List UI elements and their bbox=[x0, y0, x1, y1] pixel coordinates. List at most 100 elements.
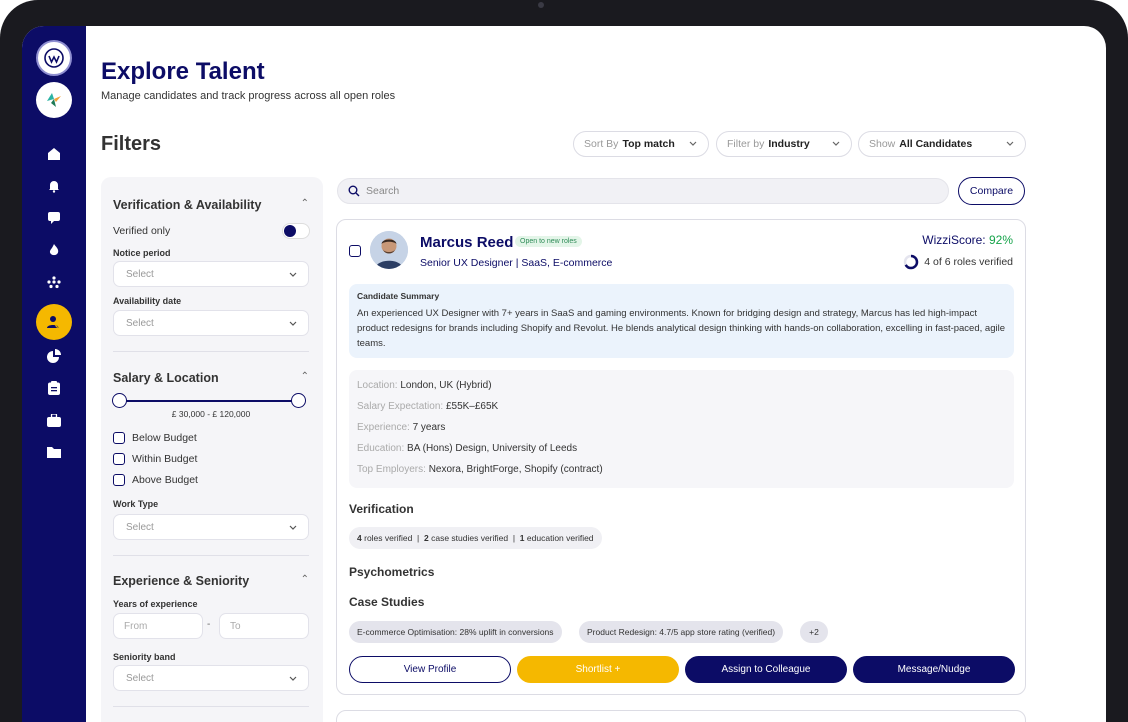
camera-icon bbox=[538, 2, 544, 8]
folder-icon[interactable] bbox=[42, 442, 66, 462]
case-study-pill[interactable]: Product Redesign: 4.7/5 app store rating… bbox=[579, 621, 784, 643]
from-placeholder: From bbox=[124, 621, 148, 632]
to-placeholder: To bbox=[230, 621, 241, 632]
within-budget-option[interactable]: Within Budget bbox=[113, 453, 197, 465]
chevron-down-icon bbox=[832, 141, 840, 146]
wizzi-score-label: WizziScore: bbox=[922, 233, 986, 247]
view-profile-button[interactable]: View Profile bbox=[349, 656, 511, 683]
home-icon[interactable] bbox=[42, 144, 66, 164]
company-logo[interactable] bbox=[36, 82, 72, 118]
notice-period-select[interactable]: Select bbox=[113, 261, 309, 287]
checkbox[interactable] bbox=[113, 474, 125, 486]
filters-panel: Verification & Availability ⌃ Verified o… bbox=[101, 177, 323, 722]
shortlist-button[interactable]: Shortlist + bbox=[517, 656, 679, 683]
clipboard-icon[interactable] bbox=[42, 378, 66, 398]
seniority-band-label: Seniority band bbox=[113, 652, 176, 662]
sort-by-label: Sort By bbox=[584, 138, 619, 150]
case-study-pill[interactable]: E-commerce Optimisation: 28% uplift in c… bbox=[349, 621, 562, 643]
candidate-role: Senior UX Designer | SaaS, E-commerce bbox=[420, 257, 613, 269]
verification-heading: Verification bbox=[349, 502, 414, 516]
chevron-up-icon[interactable]: ⌃ bbox=[301, 574, 309, 585]
salary-slider-track[interactable] bbox=[119, 400, 299, 402]
verified-only-label: Verified only bbox=[113, 225, 171, 237]
briefcase-icon[interactable] bbox=[42, 410, 66, 430]
chevron-up-icon[interactable]: ⌃ bbox=[301, 198, 309, 209]
wizzi-score: WizziScore: 92% bbox=[922, 233, 1013, 247]
work-type-label: Work Type bbox=[113, 499, 159, 509]
sort-by-select[interactable]: Sort By Top match bbox=[573, 131, 709, 157]
filter-by-value: Industry bbox=[768, 138, 810, 150]
salary-range-label: £ 30,000 - £ 120,000 bbox=[171, 409, 251, 419]
pie-chart-icon[interactable] bbox=[42, 346, 66, 366]
next-candidate-card bbox=[336, 710, 1026, 722]
detail-location: Location: London, UK (Hybrid) bbox=[357, 380, 492, 391]
chevron-down-icon bbox=[289, 525, 297, 530]
detail-salary: Salary Expectation: £55K–£65K bbox=[357, 401, 499, 412]
salary-min-handle[interactable] bbox=[112, 393, 127, 408]
candidate-select-checkbox[interactable] bbox=[349, 245, 361, 257]
progress-ring-icon bbox=[904, 254, 919, 270]
divider bbox=[113, 351, 309, 352]
psychometrics-heading[interactable]: Psychometrics bbox=[349, 565, 434, 579]
more-case-studies-pill[interactable]: +2 bbox=[800, 621, 828, 643]
filter-by-label: Filter by bbox=[727, 138, 765, 150]
above-budget-label: Above Budget bbox=[132, 474, 198, 486]
case-studies-heading: Case Studies bbox=[349, 595, 425, 609]
filter-by-select[interactable]: Filter by Industry bbox=[716, 131, 852, 157]
summary-text: An experienced UX Designer with 7+ years… bbox=[357, 308, 1005, 349]
device-frame: Explore Talent Manage candidates and tra… bbox=[0, 0, 1128, 722]
availability-date-select[interactable]: Select bbox=[113, 310, 309, 336]
show-select[interactable]: Show All Candidates bbox=[858, 131, 1026, 157]
work-type-select[interactable]: Select bbox=[113, 514, 309, 540]
search-input[interactable]: Search bbox=[337, 178, 949, 204]
range-dash: - bbox=[207, 619, 211, 630]
below-budget-label: Below Budget bbox=[132, 432, 197, 444]
verified-only-toggle[interactable] bbox=[282, 223, 310, 239]
main-content: Explore Talent Manage candidates and tra… bbox=[86, 26, 1106, 722]
talent-search-icon[interactable] bbox=[36, 304, 72, 340]
network-icon[interactable] bbox=[42, 272, 66, 292]
compare-button[interactable]: Compare bbox=[958, 177, 1025, 205]
divider bbox=[113, 555, 309, 556]
verification-section-title: Verification & Availability bbox=[113, 198, 262, 212]
below-budget-option[interactable]: Below Budget bbox=[113, 432, 197, 444]
within-budget-label: Within Budget bbox=[132, 453, 198, 465]
salary-section-title: Salary & Location bbox=[113, 371, 219, 385]
chevron-down-icon bbox=[289, 676, 297, 681]
candidate-card: Marcus Reed Open to new roles Senior UX … bbox=[336, 219, 1026, 695]
show-label: Show bbox=[869, 138, 896, 150]
filters-heading: Filters bbox=[101, 133, 162, 155]
toggle-knob bbox=[284, 225, 296, 237]
screen: Explore Talent Manage candidates and tra… bbox=[22, 26, 1106, 722]
notice-period-label: Notice period bbox=[113, 248, 171, 258]
roles-verified-text: 4 of 6 roles verified bbox=[924, 256, 1013, 268]
app-logo[interactable] bbox=[36, 40, 72, 76]
availability-date-label: Availability date bbox=[113, 296, 182, 306]
search-placeholder: Search bbox=[366, 185, 400, 197]
checkbox[interactable] bbox=[113, 453, 125, 465]
candidate-name[interactable]: Marcus Reed bbox=[420, 234, 513, 251]
chat-icon[interactable] bbox=[42, 208, 66, 228]
message-nudge-button[interactable]: Message/Nudge bbox=[853, 656, 1015, 683]
chevron-up-icon[interactable]: ⌃ bbox=[301, 371, 309, 382]
checkbox[interactable] bbox=[113, 432, 125, 444]
experience-from-input[interactable]: From bbox=[113, 613, 203, 639]
experience-to-input[interactable]: To bbox=[219, 613, 309, 639]
seniority-band-select[interactable]: Select bbox=[113, 665, 309, 691]
seniority-band-value: Select bbox=[126, 673, 154, 684]
assign-to-colleague-button[interactable]: Assign to Colleague bbox=[685, 656, 847, 683]
role-sectors: SaaS, E-commerce bbox=[521, 257, 613, 269]
notice-period-value: Select bbox=[126, 269, 154, 280]
chevron-down-icon bbox=[289, 321, 297, 326]
salary-max-handle[interactable] bbox=[291, 393, 306, 408]
wizzi-score-value: 92% bbox=[988, 233, 1013, 247]
page-subtitle: Manage candidates and track progress acr… bbox=[101, 90, 396, 102]
above-budget-option[interactable]: Above Budget bbox=[113, 474, 198, 486]
detail-education: Education: BA (Hons) Design, University … bbox=[357, 443, 578, 454]
flame-icon[interactable] bbox=[42, 240, 66, 260]
status-badge: Open to new roles bbox=[515, 236, 582, 247]
bell-icon[interactable] bbox=[42, 176, 66, 196]
availability-date-value: Select bbox=[126, 318, 154, 329]
work-type-value: Select bbox=[126, 522, 154, 533]
detail-experience: Experience: 7 years bbox=[357, 422, 446, 433]
